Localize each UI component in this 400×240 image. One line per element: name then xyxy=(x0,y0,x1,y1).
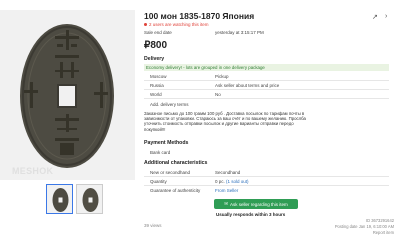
delivery-heading: Delivery xyxy=(144,56,165,62)
characteristic-label: Guarantee of authenticity xyxy=(150,188,201,193)
delivery-place: World xyxy=(150,92,162,97)
share-icon[interactable]: ↗ xyxy=(372,13,378,21)
reply-time: Usually responds within 3 hours xyxy=(216,212,286,217)
delivery-description: Заказное письмо до 100 грамм 100 руб . Д… xyxy=(144,111,306,132)
quantity-value: 0 pc. (1 sold out) xyxy=(215,179,249,184)
divider xyxy=(144,176,389,177)
views-count: 39 views xyxy=(144,223,162,228)
delivery-terms: Pickup xyxy=(215,74,229,79)
watchers-icon xyxy=(144,22,147,26)
watermark-logo: MESHOK xyxy=(12,166,54,176)
delivery-terms: Ask seller about terms and price xyxy=(215,83,280,88)
main-photo[interactable] xyxy=(0,10,135,180)
economy-delivery-banner: Economy delivery! - lots are grouped in … xyxy=(144,64,389,71)
coin-thumb-front xyxy=(52,188,69,212)
ask-seller-button[interactable]: ✉ Ask seller regarding this item xyxy=(214,199,298,209)
thumbnail-front[interactable] xyxy=(46,184,73,214)
quantity-count: 0 pc. xyxy=(215,179,225,184)
chat-icon: ✉ xyxy=(224,201,228,206)
characteristic-value: Secondhand xyxy=(215,170,241,175)
divider xyxy=(144,98,389,99)
sale-end-label: Sale end date xyxy=(144,30,172,35)
payment-method: Bank card xyxy=(150,150,171,155)
delivery-terms: No xyxy=(215,92,221,97)
thumbnail-back[interactable] xyxy=(76,184,103,214)
price: ₽800 xyxy=(144,40,168,51)
report-item-link[interactable]: Report item xyxy=(373,230,394,235)
watchers-text: 2 users are watching this item xyxy=(149,22,209,27)
sale-end-value: yesterday at 3:15:17 PM xyxy=(215,30,264,35)
divider xyxy=(144,185,389,186)
sold-out-link[interactable]: (1 sold out) xyxy=(226,179,249,184)
characteristic-label: New or secondhand xyxy=(150,170,191,175)
divider xyxy=(144,80,389,81)
divider xyxy=(144,89,389,90)
coin-thumb-back xyxy=(82,188,99,212)
ask-seller-label: Ask seller regarding this item xyxy=(230,201,288,207)
coin-image xyxy=(0,10,135,180)
delivery-place: Moscow xyxy=(150,74,167,79)
payment-heading: Payment Methods xyxy=(144,140,189,146)
add-delivery-terms-label: Add. delivery terms xyxy=(150,102,189,107)
more-icon[interactable]: › xyxy=(385,13,387,20)
posting-date: Posting date Jan 19, 6:10:00 AM xyxy=(334,224,394,229)
guarantee-value[interactable]: From Seller xyxy=(215,188,238,193)
delivery-place: Russia xyxy=(150,83,164,88)
characteristics-heading: Additional characteristics xyxy=(144,160,208,166)
characteristic-label: Quantity xyxy=(150,179,167,184)
item-id: ID 3673291642 xyxy=(366,218,394,223)
listing-title: 100 мон 1835-1870 Япония xyxy=(144,11,255,21)
